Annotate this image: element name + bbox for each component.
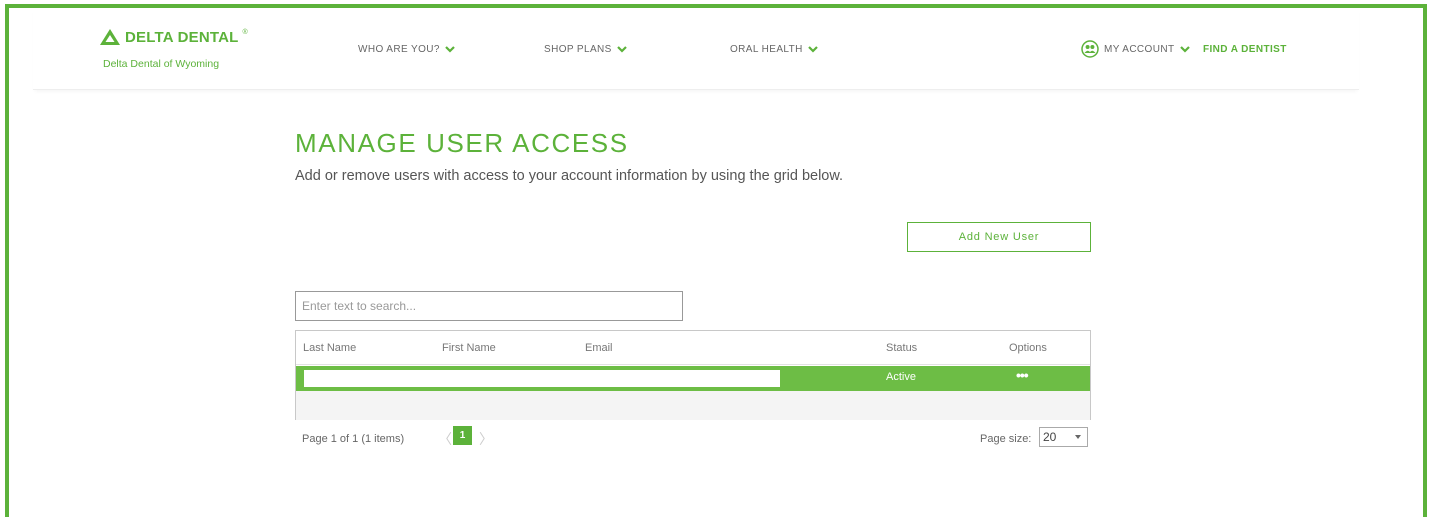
column-header-last-name[interactable]: Last Name xyxy=(303,342,356,354)
account-people-icon xyxy=(1081,40,1099,58)
page-size-select[interactable]: 20 xyxy=(1039,427,1088,447)
nav-my-account[interactable]: MY ACCOUNT xyxy=(1081,40,1190,58)
logo-subtitle: Delta Dental of Wyoming xyxy=(103,58,220,70)
nav-oral-health-label: ORAL HEALTH xyxy=(730,44,803,55)
page-frame: DELTA DENTAL ® Delta Dental of Wyoming W… xyxy=(5,4,1427,517)
grid-header-row: Last Name First Name Email Status Option… xyxy=(296,331,1090,365)
page-description: Add or remove users with access to your … xyxy=(295,168,844,184)
chevron-down-icon xyxy=(1179,45,1190,53)
table-row[interactable]: Active ••• xyxy=(296,366,1090,391)
site-header: DELTA DENTAL ® Delta Dental of Wyoming W… xyxy=(33,8,1359,90)
logo-text: DELTA DENTAL xyxy=(125,28,239,46)
nav-who-are-you[interactable]: WHO ARE YOU? xyxy=(358,44,455,55)
nav-find-a-dentist[interactable]: FIND A DENTIST xyxy=(1203,44,1287,55)
grid-empty-area xyxy=(296,391,1090,420)
column-header-first-name[interactable]: First Name xyxy=(442,342,496,354)
pager-prev-button[interactable]: 〈 xyxy=(438,429,452,449)
pager-summary: Page 1 of 1 (1 items) xyxy=(302,433,405,445)
delta-dental-logo[interactable]: DELTA DENTAL ® xyxy=(99,28,248,46)
nav-my-account-label: MY ACCOUNT xyxy=(1104,43,1175,55)
column-header-email[interactable]: Email xyxy=(585,342,613,354)
nav-oral-health[interactable]: ORAL HEALTH xyxy=(730,44,818,55)
pager-next-button[interactable]: 〉 xyxy=(479,429,493,449)
users-grid: Last Name First Name Email Status Option… xyxy=(295,330,1091,420)
logo-registered-mark: ® xyxy=(242,28,248,36)
page-size-label: Page size: xyxy=(980,433,1032,445)
page-title: MANAGE USER ACCESS xyxy=(295,128,629,158)
pager-page-1[interactable]: 1 xyxy=(453,426,472,445)
delta-triangle-logo-icon xyxy=(100,29,120,45)
status-cell: Active xyxy=(886,371,916,383)
page-size-value: 20 xyxy=(1043,430,1057,444)
add-new-user-button[interactable]: Add New User xyxy=(907,222,1091,252)
chevron-down-icon xyxy=(616,46,627,53)
nav-who-are-you-label: WHO ARE YOU? xyxy=(358,44,440,55)
nav-shop-plans[interactable]: SHOP PLANS xyxy=(544,44,627,55)
redacted-user-info xyxy=(304,370,780,387)
column-header-options: Options xyxy=(1009,342,1047,354)
search-input[interactable] xyxy=(295,291,683,321)
caret-down-icon xyxy=(1075,435,1081,439)
row-options-button[interactable]: ••• xyxy=(1016,367,1029,383)
column-header-status[interactable]: Status xyxy=(886,342,917,354)
nav-shop-plans-label: SHOP PLANS xyxy=(544,44,612,55)
chevron-down-icon xyxy=(807,46,818,53)
chevron-down-icon xyxy=(445,46,455,53)
